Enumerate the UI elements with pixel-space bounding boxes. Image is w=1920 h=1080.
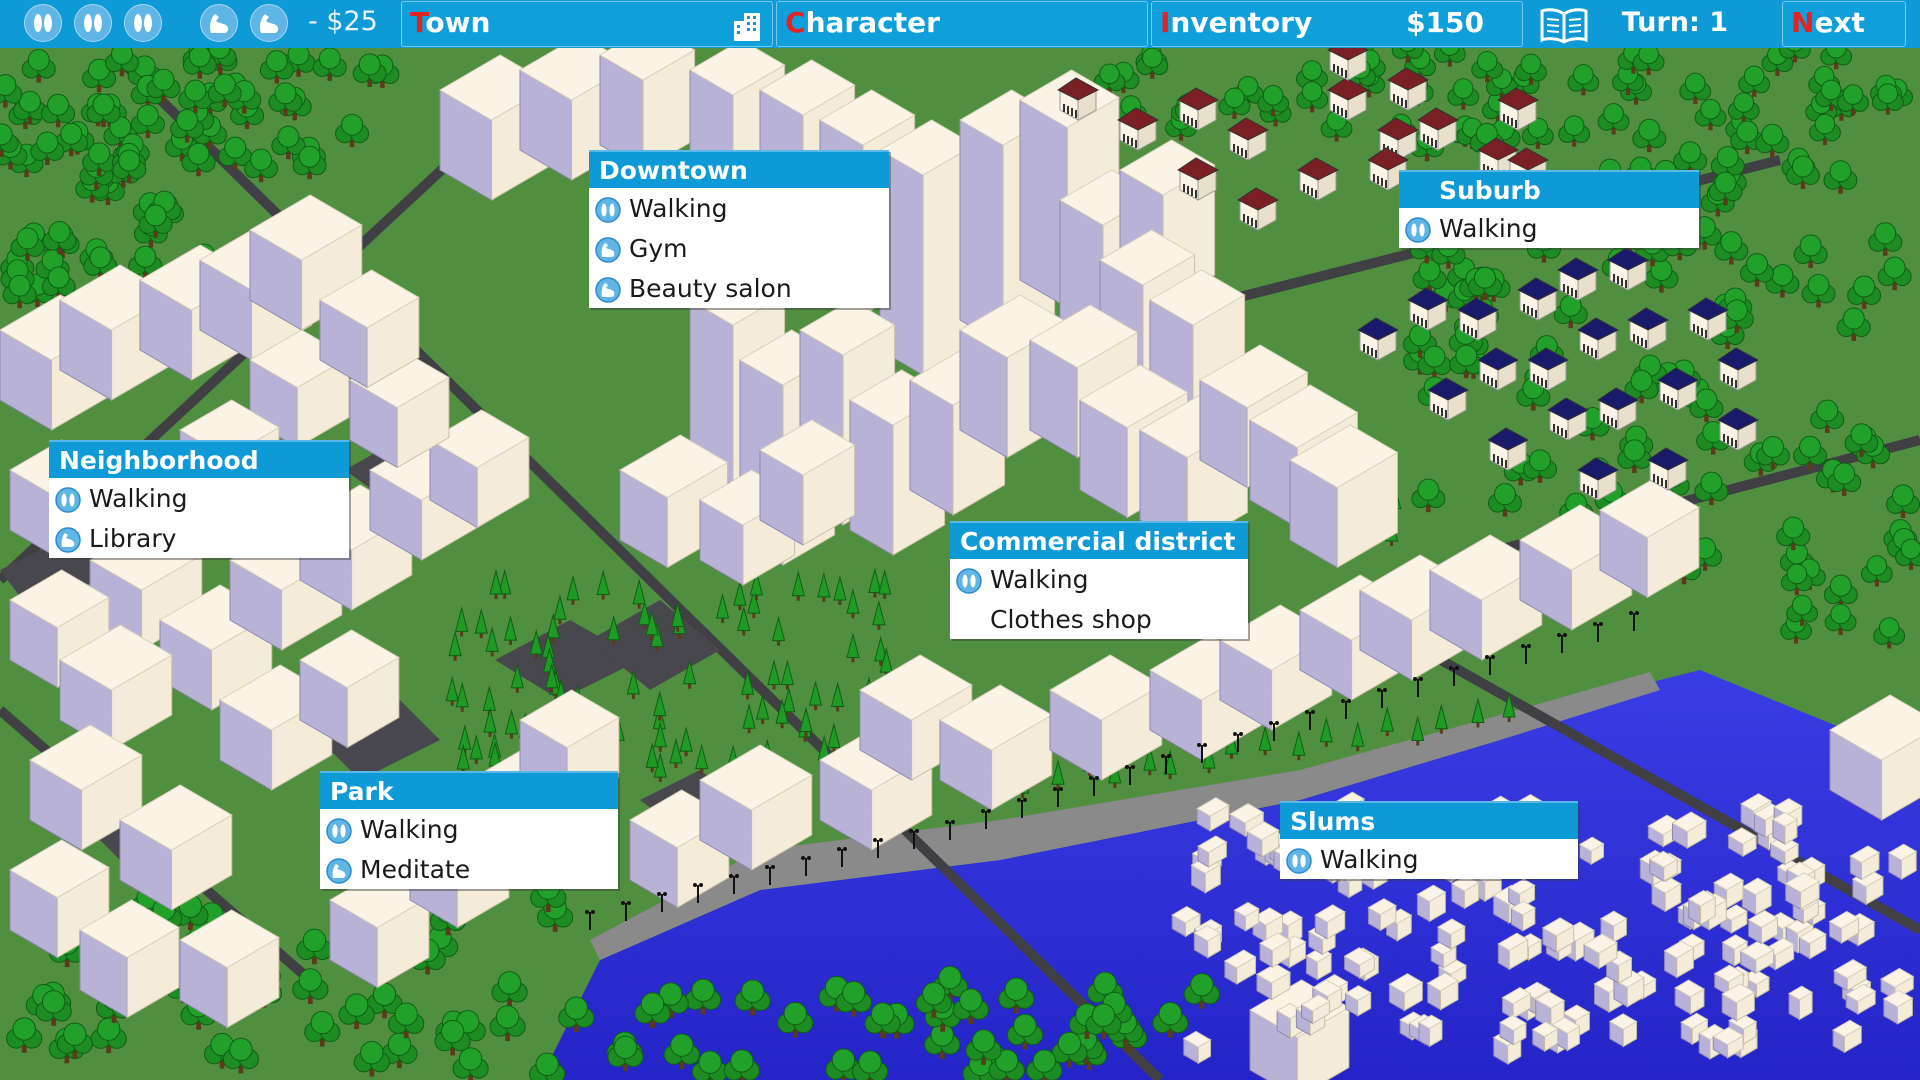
action-walking[interactable]: Walking [589,188,889,228]
building [1771,811,1798,845]
action-walking[interactable]: Walking [1280,839,1578,879]
next-hotkey: N [1791,6,1815,39]
town-label: own [425,6,491,39]
action-label: Walking [360,815,459,844]
action-label: Beauty salon [629,274,792,303]
muscle-icon [595,277,621,309]
action-walking[interactable]: Walking [49,478,349,518]
action-label: Walking [1439,214,1538,243]
location-title: Park [320,771,618,809]
foot-icon [124,4,162,42]
location-title: Suburb [1399,170,1699,208]
inventory-hotkey: I [1160,6,1171,39]
location-neighborhood: Neighborhood Walking Library [49,440,349,558]
character-hotkey: C [785,6,806,39]
top-bar: - $25 Town Character Inventory $150 Turn… [0,0,1920,48]
muscle-icon [55,527,81,559]
location-commercial-district: Commercial district Walking Clothes shop [950,521,1248,639]
building-icon [734,13,760,41]
building [1788,985,1814,1021]
inventory-label: nventory [1170,6,1313,39]
money-display: $150 [1406,6,1484,39]
action-label: Gym [629,234,688,263]
action-beauty-salon[interactable]: Beauty salon [589,268,889,308]
action-label: Walking [1320,845,1419,874]
action-label: Walking [89,484,188,513]
action-label: Walking [629,194,728,223]
action-meditate[interactable]: Meditate [320,849,618,889]
next-label: ext [1814,6,1865,39]
location-title: Slums [1280,801,1578,839]
action-walking[interactable]: Walking [320,809,618,849]
action-cost: - $25 [308,6,378,37]
action-clothes-shop[interactable]: Clothes shop [950,599,1248,639]
building [1418,1014,1443,1048]
foot-icon [55,487,81,519]
turn-counter: Turn: 1 [1621,7,1728,38]
foot-icon [595,197,621,229]
action-walking[interactable]: Walking [1399,208,1699,248]
foot-icon [24,4,62,42]
muscle-icon [250,4,288,42]
location-title: Commercial district [950,521,1248,559]
action-label: Clothes shop [990,605,1152,634]
foot-icon [956,568,982,600]
location-title: Downtown [589,150,889,188]
location-downtown: Downtown Walking Gym Beauty salon [589,150,889,308]
character-button[interactable]: Character [776,1,1148,47]
foot-icon [1286,848,1312,880]
inventory-button[interactable]: Inventory $150 [1151,1,1523,47]
location-title: Neighborhood [49,440,349,478]
muscle-icon [595,237,621,269]
foot-icon [74,4,112,42]
action-label: Meditate [360,855,471,884]
action-gym[interactable]: Gym [589,228,889,268]
foot-icon [326,818,352,850]
muscle-icon [200,4,238,42]
muscle-icon [326,858,352,890]
location-slums: Slums Walking [1280,801,1578,879]
turn-display: Turn: 1 [1526,1,1779,47]
town-hotkey: T [410,6,426,39]
action-label: Library [89,524,177,553]
book-icon[interactable] [1539,6,1589,44]
action-library[interactable]: Library [49,518,349,558]
character-label: haracter [805,6,940,39]
action-walking[interactable]: Walking [950,559,1248,599]
location-suburb: Suburb Walking [1399,170,1699,248]
town-button[interactable]: Town [401,1,773,47]
foot-icon [1405,217,1431,249]
location-park: Park Walking Meditate [320,771,618,889]
action-label: Walking [990,565,1089,594]
next-turn-button[interactable]: Next [1782,1,1906,47]
